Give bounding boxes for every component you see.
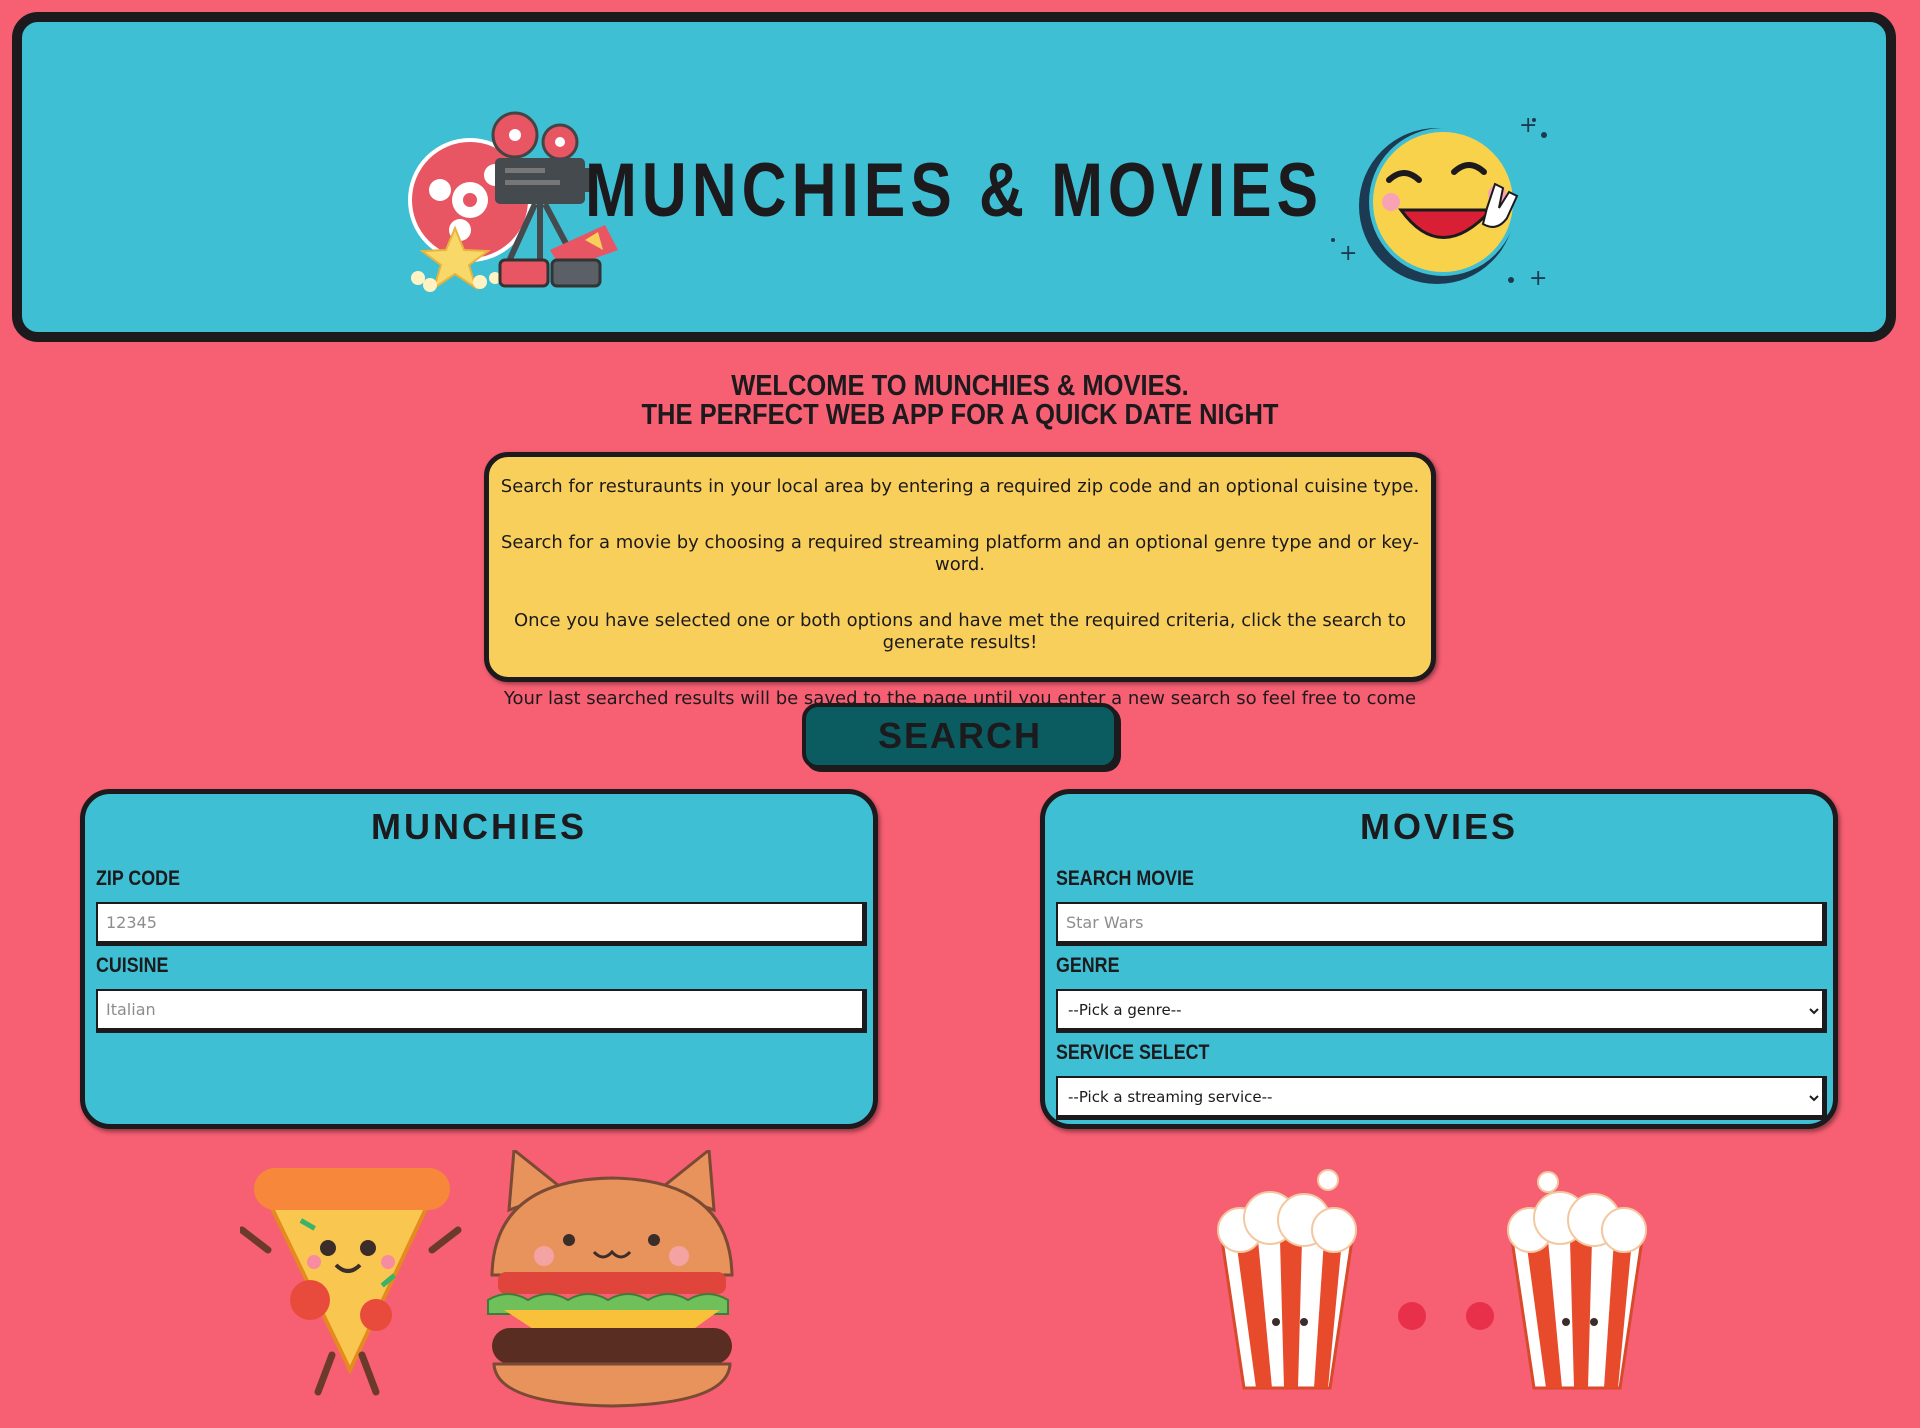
instruction-search: Once you have selected one or both optio… xyxy=(513,610,1406,653)
cat-burger-character-icon xyxy=(487,1150,734,1408)
svg-text:+: + xyxy=(1529,266,1547,291)
svg-text:+: + xyxy=(1519,113,1537,138)
movies-panel: Movies Search Movie Genre --Pick a genre… xyxy=(1040,789,1838,1129)
zip-code-input[interactable] xyxy=(96,902,867,946)
welcome-heading: Welcome to Munchies & Movies. The perfec… xyxy=(0,372,1920,430)
cuisine-label: Cuisine xyxy=(96,954,169,977)
genre-select[interactable]: --Pick a genre-- xyxy=(1056,989,1827,1033)
search-movie-input[interactable] xyxy=(1056,902,1827,946)
munchies-title: Munchies xyxy=(370,806,587,847)
welcome-line-2: The perfect web app for a quick date nig… xyxy=(641,399,1279,431)
munchies-panel: Munchies Zip Code Cuisine xyxy=(80,789,878,1129)
popcorn-couple-icon xyxy=(1217,1169,1647,1390)
svg-text:+: + xyxy=(1339,241,1357,266)
instructions-box: Search for resturaunts in your local are… xyxy=(484,452,1436,731)
welcome-line-1: Welcome to Munchies & Movies. xyxy=(731,370,1189,402)
service-select-label: Service Select xyxy=(1056,1041,1210,1064)
header-banner: MUNCHIES & MOVIES + + + xyxy=(12,12,1896,342)
search-movie-label: Search Movie xyxy=(1056,867,1194,890)
instruction-restaurants: Search for resturaunts in your local are… xyxy=(500,476,1420,497)
movies-title: Movies xyxy=(1359,806,1519,847)
laughing-emoji-icon: + + + xyxy=(1331,113,1547,291)
instruction-movies: Search for a movie by choosing a require… xyxy=(500,532,1420,575)
pizza-character-icon xyxy=(240,1168,462,1396)
genre-label: Genre xyxy=(1056,954,1120,977)
cuisine-input[interactable] xyxy=(96,989,867,1033)
zip-code-label: Zip Code xyxy=(96,867,180,890)
search-button[interactable]: SEARCH xyxy=(802,703,1118,769)
service-select[interactable]: --Pick a streaming service-- xyxy=(1056,1076,1827,1120)
